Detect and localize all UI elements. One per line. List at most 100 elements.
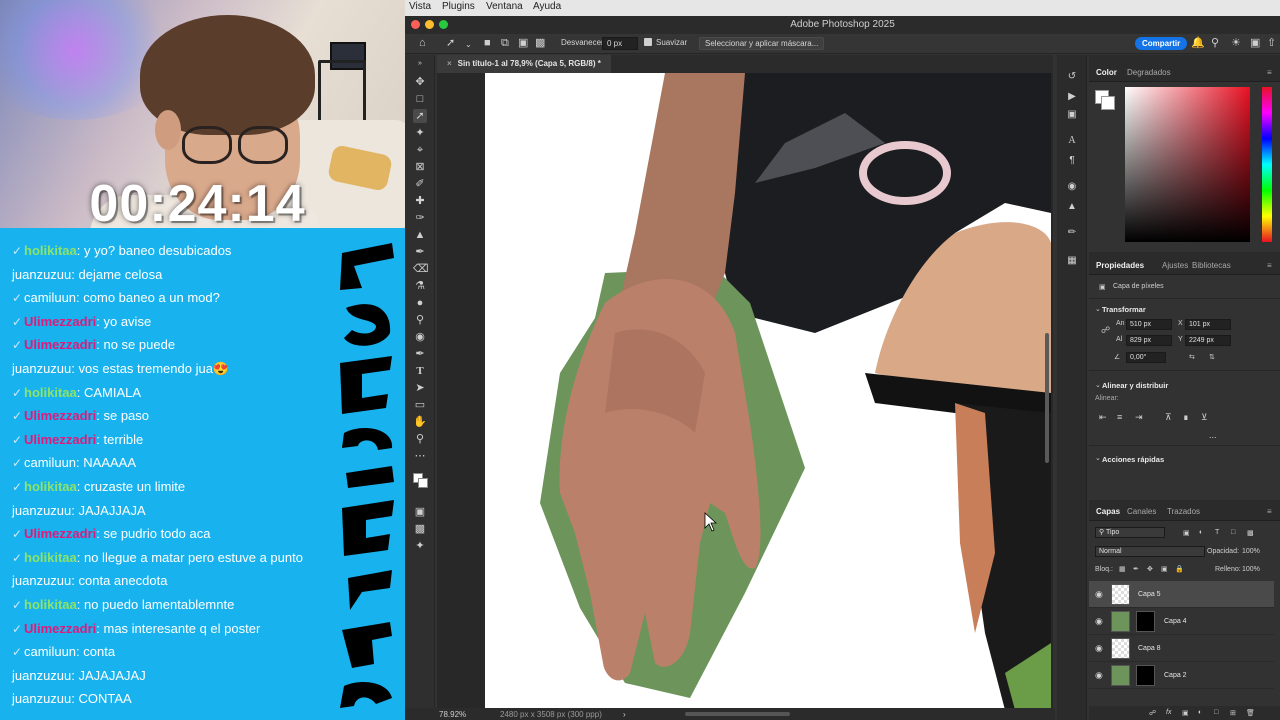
layer-filter-select[interactable]: ⚲ Tipo	[1095, 527, 1165, 538]
chat-username[interactable]: holikitaa	[24, 385, 77, 400]
blend-mode-select[interactable]: Normal	[1095, 546, 1205, 557]
chat-username[interactable]: holikitaa	[24, 597, 77, 612]
align-bottom-icon[interactable]: ⊻	[1201, 412, 1208, 423]
menu-vista[interactable]: Vista	[409, 1, 431, 12]
eye-visibility-icon[interactable]: ◉	[1095, 616, 1103, 627]
group-icon[interactable]: □	[1214, 709, 1218, 716]
close-tab-icon[interactable]: ×	[447, 59, 452, 68]
chat-username[interactable]: juanzuzuu	[12, 503, 71, 518]
trash-icon[interactable]: 🗑	[1246, 709, 1255, 717]
filter-shape-icon[interactable]: □	[1231, 529, 1235, 536]
3d-icon[interactable]: ◉	[1066, 181, 1078, 193]
vertical-scrollbar[interactable]	[1045, 333, 1049, 463]
layer-mask-thumbnail[interactable]	[1136, 665, 1155, 686]
chat-username[interactable]: Ulimezzadri	[24, 408, 96, 423]
frame-tool-icon[interactable]: ⊠	[413, 160, 427, 174]
comments-icon[interactable]: ▣	[1066, 109, 1078, 121]
chat-username[interactable]: holikitaa	[24, 243, 77, 258]
eye-visibility-icon[interactable]: ◉	[1095, 589, 1103, 600]
tab-color[interactable]: Color	[1096, 68, 1117, 77]
chat-username[interactable]: juanzuzuu	[12, 668, 71, 683]
lock-pixels-icon[interactable]: ✒	[1133, 565, 1139, 573]
flip-horizontal-icon[interactable]: ⇆	[1189, 353, 1195, 361]
paint-bucket-icon[interactable]: ⚗	[413, 279, 427, 293]
chat-username[interactable]: Ulimezzadri	[24, 314, 96, 329]
height-field[interactable]: 829 px	[1126, 335, 1172, 346]
chat-username[interactable]: camiluun	[24, 290, 76, 305]
tab-channels[interactable]: Canales	[1127, 507, 1156, 516]
horizontal-scrollbar[interactable]	[685, 712, 790, 716]
dodge-tool-icon[interactable]: ⚲	[413, 313, 427, 327]
layer-mask-thumbnail[interactable]	[1136, 611, 1155, 632]
align-left-icon[interactable]: ⇤	[1099, 412, 1107, 423]
panel-menu-icon[interactable]: ≡	[1267, 261, 1272, 270]
more-options-button[interactable]: ...	[1209, 430, 1217, 440]
chat-username[interactable]: juanzuzuu	[12, 691, 71, 706]
character-icon[interactable]: A	[1066, 135, 1078, 147]
filter-smart-icon[interactable]: ▩	[1247, 529, 1254, 537]
chat-username[interactable]: holikitaa	[24, 550, 77, 565]
eye-visibility-icon[interactable]: ◉	[1095, 643, 1103, 654]
width-field[interactable]: 510 px	[1126, 319, 1172, 330]
lasso-tool-icon[interactable]: ➚	[446, 38, 455, 49]
zoom-tool-icon[interactable]: ⚲	[413, 432, 427, 446]
eye-visibility-icon[interactable]: ◉	[1095, 670, 1103, 681]
chat-username[interactable]: juanzuzuu	[12, 573, 71, 588]
canvas-area[interactable]	[437, 73, 1053, 710]
collapse-toolbar-icon[interactable]: »	[413, 57, 427, 71]
chat-username[interactable]: Ulimezzadri	[24, 526, 96, 541]
filter-adjust-icon[interactable]: ◐	[1199, 529, 1203, 536]
pen-tool-icon[interactable]: ✒	[413, 347, 427, 361]
chat-username[interactable]: Ulimezzadri	[24, 432, 96, 447]
quick-mask-icon[interactable]: ▣	[413, 505, 427, 519]
tab-gradients[interactable]: Degradados	[1127, 68, 1171, 77]
align-right-icon[interactable]: ⇥	[1135, 412, 1143, 423]
tab-layers[interactable]: Capas	[1096, 507, 1120, 516]
move-tool-icon[interactable]: ✥	[413, 75, 427, 89]
document-size-info[interactable]: 2480 px x 3508 px (300 ppp)	[500, 710, 602, 719]
chevron-down-icon[interactable]: ⌄	[1095, 454, 1101, 462]
menu-plugins[interactable]: Plugins	[442, 1, 475, 12]
opacity-value[interactable]: 100%	[1242, 548, 1260, 555]
search-icon[interactable]: ⚲	[1211, 38, 1219, 49]
lock-position-icon[interactable]: ✥	[1147, 565, 1153, 573]
panel-menu-icon[interactable]: ≡	[1267, 507, 1272, 516]
glyphs-icon[interactable]: ▲	[1066, 201, 1078, 213]
lasso-tool-icon[interactable]: ➚	[413, 109, 427, 123]
chat-username[interactable]: Ulimezzadri	[24, 621, 96, 636]
document-tab[interactable]: × Sin título-1 al 78,9% (Capa 5, RGB/8) *	[437, 55, 611, 73]
filter-type-icon[interactable]: T	[1215, 529, 1219, 536]
align-center-h-icon[interactable]: ≡	[1117, 412, 1122, 422]
select-and-mask-button[interactable]: Seleccionar y aplicar máscara...	[699, 37, 825, 50]
chevron-down-icon[interactable]: ⌄	[465, 39, 472, 50]
layer-name[interactable]: Capa 8	[1138, 645, 1161, 652]
link-layers-icon[interactable]: ☍	[1149, 709, 1156, 717]
chat-username[interactable]: camiluun	[24, 644, 76, 659]
layer-row[interactable]: ◉ Capa 2	[1089, 662, 1274, 689]
chat-username[interactable]: juanzuzuu	[12, 267, 71, 282]
chevron-right-icon[interactable]: ›	[623, 710, 626, 719]
tab-paths[interactable]: Trazados	[1167, 507, 1200, 516]
intersect-selection-icon[interactable]: ▩	[535, 38, 545, 49]
layer-name[interactable]: Capa 4	[1164, 618, 1187, 625]
tab-libraries[interactable]: Bibliotecas	[1192, 261, 1231, 270]
color-swatches-icon[interactable]	[413, 473, 429, 489]
fill-value[interactable]: 100%	[1242, 566, 1260, 573]
layer-row[interactable]: ◉ Capa 5	[1089, 581, 1274, 608]
adjustment-layer-icon[interactable]: ◐	[1198, 709, 1202, 716]
chat-username[interactable]: Ulimezzadri	[24, 337, 96, 352]
angle-field[interactable]: 0,00°	[1126, 352, 1166, 363]
tab-properties[interactable]: Propiedades	[1096, 261, 1144, 270]
more-tools-icon[interactable]: ⋯	[413, 449, 427, 463]
zoom-readout[interactable]: 78.92%	[439, 710, 466, 719]
chat-username[interactable]: camiluun	[24, 455, 76, 470]
path-selection-icon[interactable]: ➤	[413, 381, 427, 395]
quick-selection-icon[interactable]: ✦	[413, 126, 427, 140]
filter-pixel-icon[interactable]: ▣	[1183, 529, 1190, 537]
bell-icon[interactable]: 🔔	[1191, 38, 1205, 49]
menu-ventana[interactable]: Ventana	[486, 1, 523, 12]
feather-input[interactable]: 0 px	[602, 37, 638, 50]
lock-transparency-icon[interactable]: ▦	[1119, 565, 1126, 573]
lock-artboard-icon[interactable]: ▣	[1161, 565, 1168, 573]
chat-username[interactable]: holikitaa	[24, 479, 77, 494]
